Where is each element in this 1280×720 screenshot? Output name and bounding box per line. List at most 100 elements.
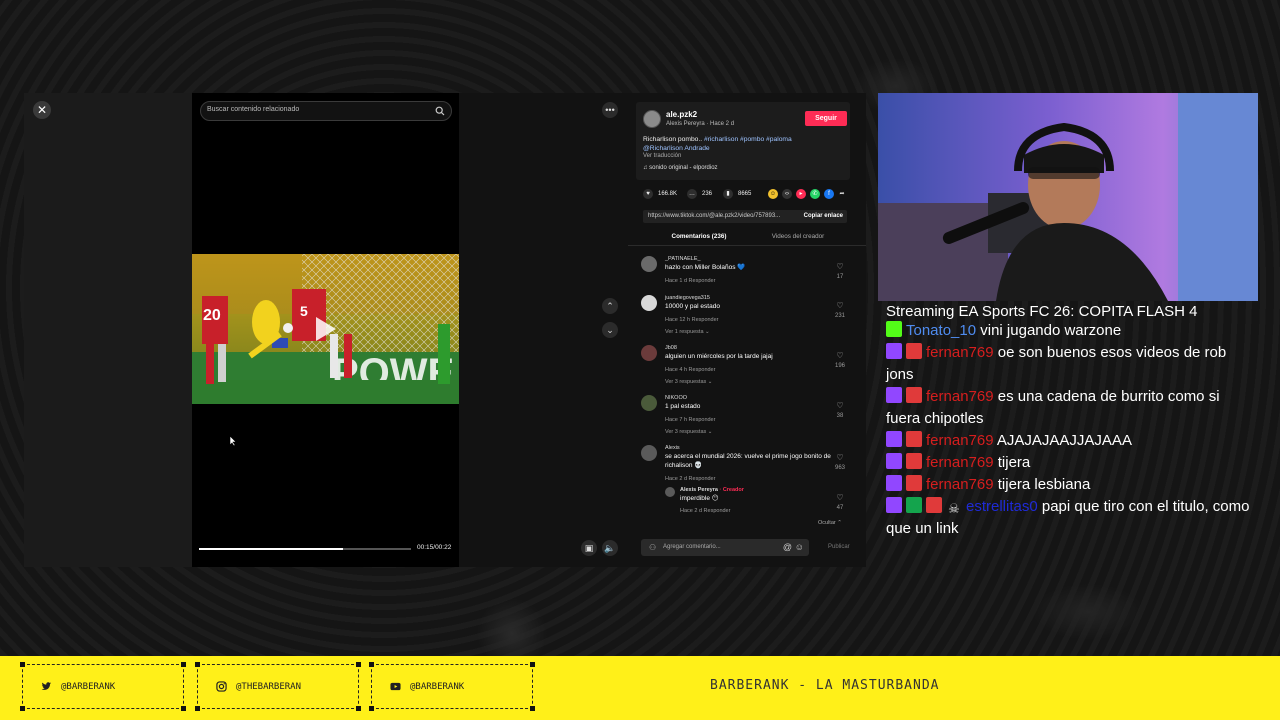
description-mention[interactable]: @Richarlison Andrade: [643, 145, 710, 152]
view-replies-link[interactable]: Ver 3 respuestas ⌄: [665, 379, 712, 385]
follow-button[interactable]: Seguir: [805, 111, 847, 126]
comment-username[interactable]: NIKOOO: [665, 395, 687, 401]
reply-username[interactable]: Alexis Pereyra · Creador: [680, 487, 744, 493]
emoji-icon[interactable]: ☺: [795, 542, 804, 552]
share-arrow-icon[interactable]: ➦: [837, 189, 847, 199]
tab-creator-videos[interactable]: Videos del creador: [758, 233, 838, 240]
heart-outline-icon: ♡: [836, 262, 844, 271]
likes-count: 166.8K: [658, 191, 678, 197]
instagram-handle: @THEBARBERAN: [236, 682, 302, 692]
mini-player-icon[interactable]: ▣: [581, 540, 597, 556]
like-stat[interactable]: ♥ 166.8K: [643, 189, 677, 199]
twitter-icon: [41, 682, 52, 690]
publish-button[interactable]: Publicar: [828, 544, 850, 550]
chat-message: fernan769 tijera lesbiana: [886, 474, 1256, 496]
youtube-icon: [390, 682, 401, 691]
comment-avatar[interactable]: [641, 395, 657, 411]
svg-text:20: 20: [203, 307, 221, 324]
comment-avatar[interactable]: [641, 295, 657, 311]
view-replies-link[interactable]: Ver 1 respuesta ⌄: [665, 329, 710, 335]
emoji-share-icon[interactable]: ☺: [768, 189, 778, 199]
chat-text: vini jugando warzone: [976, 322, 1122, 339]
comment-username[interactable]: Jb08: [665, 345, 677, 351]
search-icon[interactable]: [435, 106, 445, 116]
comment-avatar[interactable]: [641, 345, 657, 361]
comment-meta[interactable]: Hace 2 d Responder: [665, 476, 715, 482]
moderator-badge-icon: [906, 431, 922, 447]
comment-like[interactable]: ♡ 38: [833, 401, 847, 419]
comment-like[interactable]: ♡ 196: [833, 351, 847, 369]
comment-meta[interactable]: Hace 1 d Responder: [665, 278, 715, 284]
comment-item: Jb08 alguien un miércoles por la tarde j…: [641, 345, 851, 389]
comment-username[interactable]: Alexis: [665, 445, 680, 451]
reply-like[interactable]: ♡ 47: [833, 493, 847, 511]
moderator-badge-icon: [906, 453, 922, 469]
heart-outline-icon: ♡: [836, 401, 844, 410]
twitch-badge-icon: [886, 497, 902, 513]
youtube-handle: @BARBERANK: [410, 682, 465, 692]
description-hashtags[interactable]: #richarlison #pombo #paloma: [704, 136, 792, 143]
save-stat[interactable]: ▮ 8665: [723, 189, 751, 199]
comment-sticker-icon: ⚇: [649, 543, 657, 552]
progress-bar[interactable]: [199, 548, 411, 550]
comment-text: hazlo con Miller Bolaños 💙: [665, 264, 746, 271]
copy-link-button[interactable]: Copiar enlace: [804, 213, 843, 219]
comment-like[interactable]: ♡ 17: [833, 262, 847, 280]
skull-badge-icon: ☠: [948, 501, 960, 516]
twitch-badge-icon: [886, 431, 902, 447]
sound-label[interactable]: ♫ sonido original - elpordioz: [643, 165, 718, 171]
tiktok-viewer: ✕ Buscar contenido relacionado POWE 20 5…: [24, 93, 866, 567]
comment-username[interactable]: _PATINAELE_: [665, 256, 701, 262]
avatar[interactable]: [643, 110, 661, 128]
chat-message: fernan769 es una cadena de burrito como …: [886, 386, 1256, 430]
creator-badge: · Creador: [719, 487, 744, 493]
previous-video-button[interactable]: ⌃: [602, 298, 618, 314]
reply-avatar[interactable]: [665, 487, 675, 497]
hide-replies-link[interactable]: Ocultar ⌃: [818, 520, 842, 526]
comment-item: NIKOOO 1 pal estado Hace 7 h Responder V…: [641, 395, 851, 439]
next-video-button[interactable]: ⌄: [602, 322, 618, 338]
close-button[interactable]: ✕: [33, 101, 51, 119]
comment-username[interactable]: juandiegovega315: [665, 295, 710, 301]
comment-like-count: 38: [836, 413, 844, 419]
heart-outline-icon: ♡: [836, 493, 844, 502]
sub-badge-icon: [906, 497, 922, 513]
more-options-button[interactable]: •••: [602, 102, 618, 118]
embed-icon[interactable]: ‹›: [782, 189, 792, 199]
comment-avatar[interactable]: [641, 256, 657, 272]
search-placeholder: Buscar contenido relacionado: [207, 106, 300, 113]
heart-icon: ♥: [643, 189, 653, 199]
search-input[interactable]: Buscar contenido relacionado: [200, 101, 452, 121]
link-url: https://www.tiktok.com/@ale.pzk2/video/7…: [648, 213, 781, 219]
comment-like[interactable]: ♡ 963: [833, 453, 847, 471]
volume-icon[interactable]: 🔈: [602, 540, 618, 556]
comment-text: 1 pal estado: [665, 403, 701, 410]
comment-text: alguien un miércoles por la tarde jajaj: [665, 353, 773, 360]
facebook-icon[interactable]: f: [824, 189, 834, 199]
twitch-badge-icon: [886, 343, 902, 359]
whatsapp-icon[interactable]: ✆: [810, 189, 820, 199]
post-description: Richarlison pombo.. #richarlison #pombo …: [643, 135, 843, 153]
comment-meta[interactable]: Hace 4 h Responder: [665, 367, 715, 373]
comment-meta[interactable]: Hace 7 h Responder: [665, 417, 715, 423]
chat-text: tijera lesbiana: [993, 476, 1091, 493]
reply-meta[interactable]: Hace 2 d Responder: [680, 508, 730, 514]
add-comment-input[interactable]: ⚇ Agregar comentario... @ ☺: [641, 539, 809, 556]
comment-like-count: 963: [834, 465, 845, 471]
comment-avatar[interactable]: [641, 445, 657, 461]
send-icon[interactable]: ▸: [796, 189, 806, 199]
comment-stat[interactable]: … 236: [687, 189, 712, 199]
view-replies-link[interactable]: Ver 3 respuestas ⌄: [665, 429, 712, 435]
chat-username: Tonato_10: [906, 322, 977, 339]
sound-name: sonido original - elpordioz: [649, 165, 718, 171]
mention-icon[interactable]: @: [783, 542, 792, 552]
translate-link[interactable]: Ver traducción: [643, 153, 681, 159]
twitch-badge-icon: [886, 453, 902, 469]
comment-like[interactable]: ♡ 231: [833, 301, 847, 319]
comment-meta[interactable]: Hace 12 h Responder: [665, 317, 719, 323]
mouse-cursor-icon: [229, 435, 237, 446]
comment-icon: …: [687, 189, 697, 199]
webcam-feed: [878, 93, 1258, 301]
post-username[interactable]: ale.pzk2: [666, 110, 697, 119]
play-icon[interactable]: [314, 315, 338, 343]
